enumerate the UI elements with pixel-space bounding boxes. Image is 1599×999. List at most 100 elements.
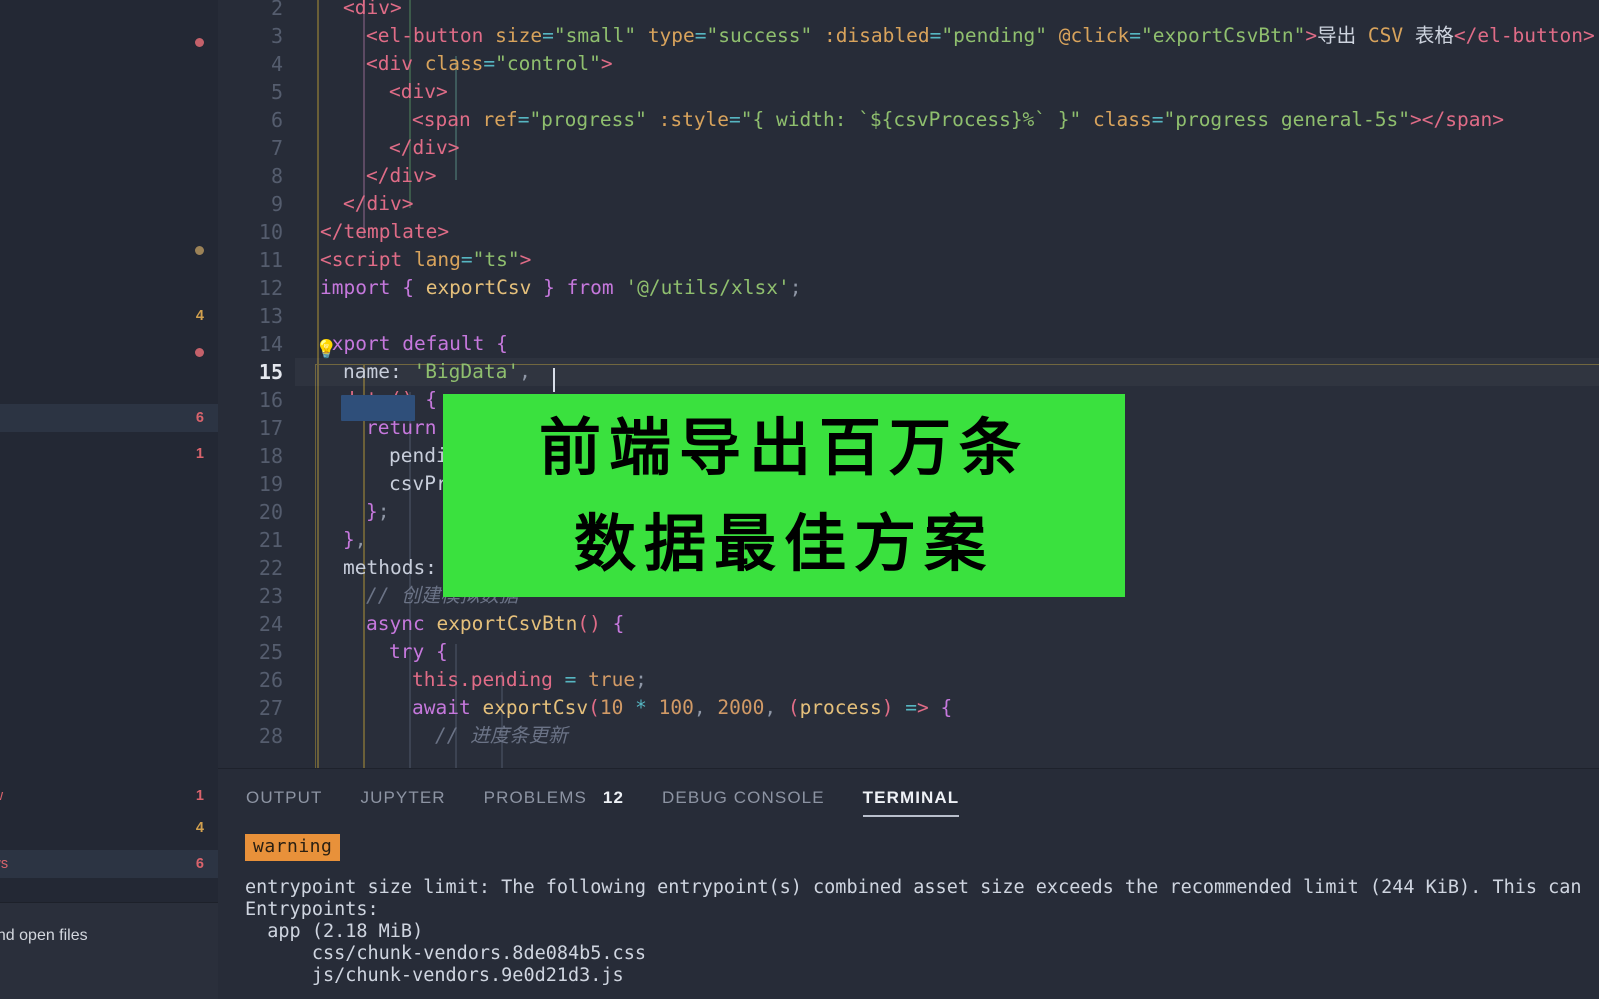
modified-dot-icon (195, 37, 204, 47)
line-number: 9 (270, 192, 283, 216)
code-line[interactable]: </div> (295, 162, 436, 190)
explorer-sidebar[interactable]: 4 6 1 ww 1 4 uws 6 and open files (0, 0, 219, 999)
code-line[interactable]: await exportCsv(10 * 100, 2000, (process… (295, 694, 952, 722)
code-line[interactable]: // 进度条更新 (295, 722, 568, 750)
terminal-line: js/chunk-vendors.9e0d21d3.js (245, 965, 624, 986)
line-number: 2 (270, 0, 283, 20)
explorer-item-label: uws (0, 856, 9, 872)
line-number: 14 (258, 332, 283, 356)
open-files-label: and open files (0, 927, 88, 944)
panel-tab-count: 12 (602, 788, 625, 807)
panel-tab-label: JUPYTER (360, 788, 446, 807)
code-line[interactable]: }, (295, 526, 367, 554)
overlay-line-2: 数据最佳方案 (573, 506, 994, 580)
code-line[interactable]: methods: { (295, 554, 460, 582)
line-number: 15 (258, 360, 283, 384)
code-line[interactable]: }; (295, 498, 390, 526)
line-number: 7 (270, 136, 283, 160)
panel-tab-problems[interactable]: PROBLEMS 12 (484, 769, 624, 827)
code-line[interactable]: async exportCsvBtn() { (295, 610, 624, 638)
line-number: 28 (258, 724, 283, 748)
problem-count-badge: 1 (195, 446, 204, 462)
line-number: 8 (270, 164, 283, 188)
warning-badge: warning (245, 834, 341, 861)
line-number: 22 (258, 556, 283, 580)
problem-count-badge: 6 (195, 856, 204, 872)
panel-tab-label: PROBLEMS (483, 788, 587, 807)
panel-tab-output[interactable]: OUTPUT (246, 769, 322, 827)
code-line[interactable]: <div> (295, 78, 448, 106)
code-line[interactable]: <script lang="ts"> (295, 246, 531, 274)
lightbulb-quickfix-icon[interactable]: 💡 (315, 339, 337, 359)
line-number: 25 (258, 640, 283, 664)
terminal-line: css/chunk-vendors.8de084b5.css (245, 943, 646, 964)
line-number: 19 (258, 472, 283, 496)
line-number: 18 (258, 444, 283, 468)
panel-tab-label: DEBUG CONSOLE (662, 788, 825, 807)
panel-tab-jupyter[interactable]: JUPYTER (360, 769, 445, 827)
line-number: 12 (258, 276, 283, 300)
code-line[interactable]: name: 'BigData', (295, 358, 1599, 386)
code-editor[interactable]: 2 3 4 5 6 7 8 9 10 11 12 13 14 15 16 17 18 19 20 21 22 23 24 25… (218, 0, 1599, 768)
editor-gutter[interactable]: 2 3 4 5 6 7 8 9 10 11 12 13 14 15 16 17 18 19 20 21 22 23 24 25… (218, 0, 295, 768)
video-title-overlay: 前端导出百万条 数据最佳方案 (443, 394, 1125, 597)
code-line[interactable]: <div class="control"> (295, 50, 613, 78)
code-line[interactable]: import { exportCsv } from '@/utils/xlsx'… (295, 274, 801, 302)
problem-count-badge: 4 (195, 308, 204, 324)
code-line[interactable] (295, 302, 297, 330)
line-number: 26 (258, 668, 283, 692)
code-line[interactable]: <span ref="progress" :style="{ width: `$… (295, 106, 1504, 134)
line-number: 20 (258, 500, 283, 524)
line-number: 16 (258, 388, 283, 412)
modified-dot-icon (195, 245, 204, 255)
panel-tab-label: OUTPUT (246, 788, 323, 807)
code-line[interactable]: try { (295, 638, 448, 666)
line-number: 6 (270, 108, 283, 132)
problem-count-badge: 1 (195, 788, 204, 804)
editor-selection (341, 395, 415, 421)
vscode-window: 461ww14uws6 and open files 2345678910111… (0, 0, 1599, 999)
explorer-item[interactable]: 6 (0, 404, 218, 432)
problem-count-badge: 6 (195, 410, 204, 426)
problem-count-badge: 4 (195, 820, 204, 836)
line-number: 4 (270, 52, 283, 76)
explorer-item-label: ww (0, 788, 3, 804)
line-number: 5 (270, 80, 283, 104)
line-number: 13 (258, 304, 283, 328)
panel-tab-bar[interactable]: OUTPUT JUPYTER PROBLEMS 12 DEBUG CONSOLE TERM… (218, 769, 1599, 827)
code-line[interactable]: this.pending = true; (295, 666, 647, 694)
explorer-item[interactable]: uws 6 (0, 850, 218, 878)
terminal-line: entrypoint size limit: The following ent… (245, 877, 1582, 898)
terminal-output[interactable]: warning entrypoint size limit: The follo… (218, 827, 1599, 999)
bottom-panel[interactable]: OUTPUT JUPYTER PROBLEMS 12 DEBUG CONSOLE TERM… (218, 768, 1599, 999)
panel-tab-debug-console[interactable]: DEBUG CONSOLE (662, 769, 825, 827)
line-number: 24 (258, 612, 283, 636)
line-number: 21 (258, 528, 283, 552)
line-number: 11 (258, 248, 283, 272)
code-line[interactable]: <div> (295, 0, 402, 22)
code-line[interactable]: <el-button size="small" type="success" :… (295, 22, 1595, 50)
code-line[interactable]: </div> (295, 190, 413, 218)
editor-code-area[interactable]: <div> <el-button size="small" type="succe… (295, 0, 1599, 768)
terminal-line: Entrypoints: (245, 899, 379, 920)
explorer-item[interactable]: 4 (0, 814, 218, 842)
explorer-item[interactable]: ww 1 (0, 782, 218, 810)
line-number: 17 (258, 416, 283, 440)
panel-tab-terminal[interactable]: TERMINAL (862, 769, 960, 827)
line-number: 10 (258, 220, 283, 244)
line-number: 27 (258, 696, 283, 720)
code-line[interactable]: </div> (295, 134, 459, 162)
explorer-item[interactable]: 4 (0, 302, 218, 330)
line-number: 3 (270, 24, 283, 48)
explorer-item[interactable] (0, 28, 218, 56)
modified-dot-icon (195, 347, 204, 357)
open-editors-section[interactable]: and open files (0, 902, 218, 999)
code-line[interactable]: </template> (295, 218, 449, 246)
explorer-item[interactable] (0, 338, 218, 366)
explorer-item[interactable]: 1 (0, 440, 218, 468)
text-cursor (553, 368, 555, 392)
panel-tab-label: TERMINAL (862, 788, 960, 807)
terminal-line: app (2.18 MiB) (245, 921, 424, 942)
explorer-item[interactable] (0, 236, 218, 264)
line-number: 23 (258, 584, 283, 608)
